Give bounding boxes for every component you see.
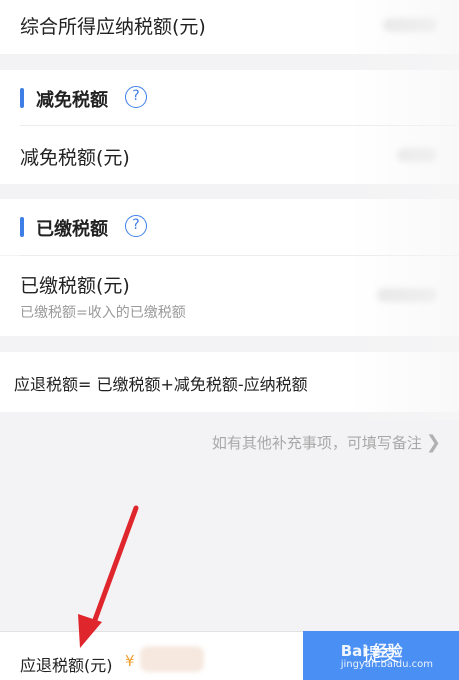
section-accent-bar bbox=[20, 217, 24, 237]
paid-tax-label: 已缴税额(元) bbox=[20, 275, 130, 297]
tax-refund-page: 综合所得应纳税额(元) 减免税额 ? 减免税额(元) 已缴税额 ? 已缴税额(元… bbox=[0, 0, 459, 680]
watermark-brand: Bai 经验 bbox=[340, 642, 403, 660]
chevron-right-icon: ❯ bbox=[425, 432, 441, 453]
refund-amount-label: 应退税额(元) bbox=[20, 656, 113, 675]
paid-tax-section-title: 已缴税额 bbox=[36, 219, 108, 240]
help-icon[interactable]: ? bbox=[125, 86, 147, 108]
watermark-site: jingyan.baidu.com bbox=[340, 659, 433, 670]
comprehensive-tax-label: 综合所得应纳税额(元) bbox=[20, 16, 206, 38]
reduced-tax-section-title: 减免税额 bbox=[36, 90, 108, 111]
watermark-logo: Bai 经验 jingyan.baidu.com bbox=[341, 640, 433, 670]
refund-formula: 应退税额= 已缴税额+减免税额-应纳税额 bbox=[14, 375, 308, 394]
paid-tax-hint: 已缴税额=收入的已缴税额 bbox=[20, 305, 186, 321]
reduced-tax-label: 减免税额(元) bbox=[20, 147, 130, 169]
remark-link-text: 如有其他补充事项，可填写备注 bbox=[211, 434, 422, 452]
refund-amount-value bbox=[140, 646, 204, 672]
currency-symbol: ¥ bbox=[125, 652, 135, 670]
section-accent-bar bbox=[20, 88, 24, 108]
help-icon[interactable]: ? bbox=[125, 215, 147, 237]
remark-link[interactable]: 如有其他补充事项，可填写备注 ❯ bbox=[212, 432, 441, 453]
blurred-overlay bbox=[349, 0, 459, 420]
